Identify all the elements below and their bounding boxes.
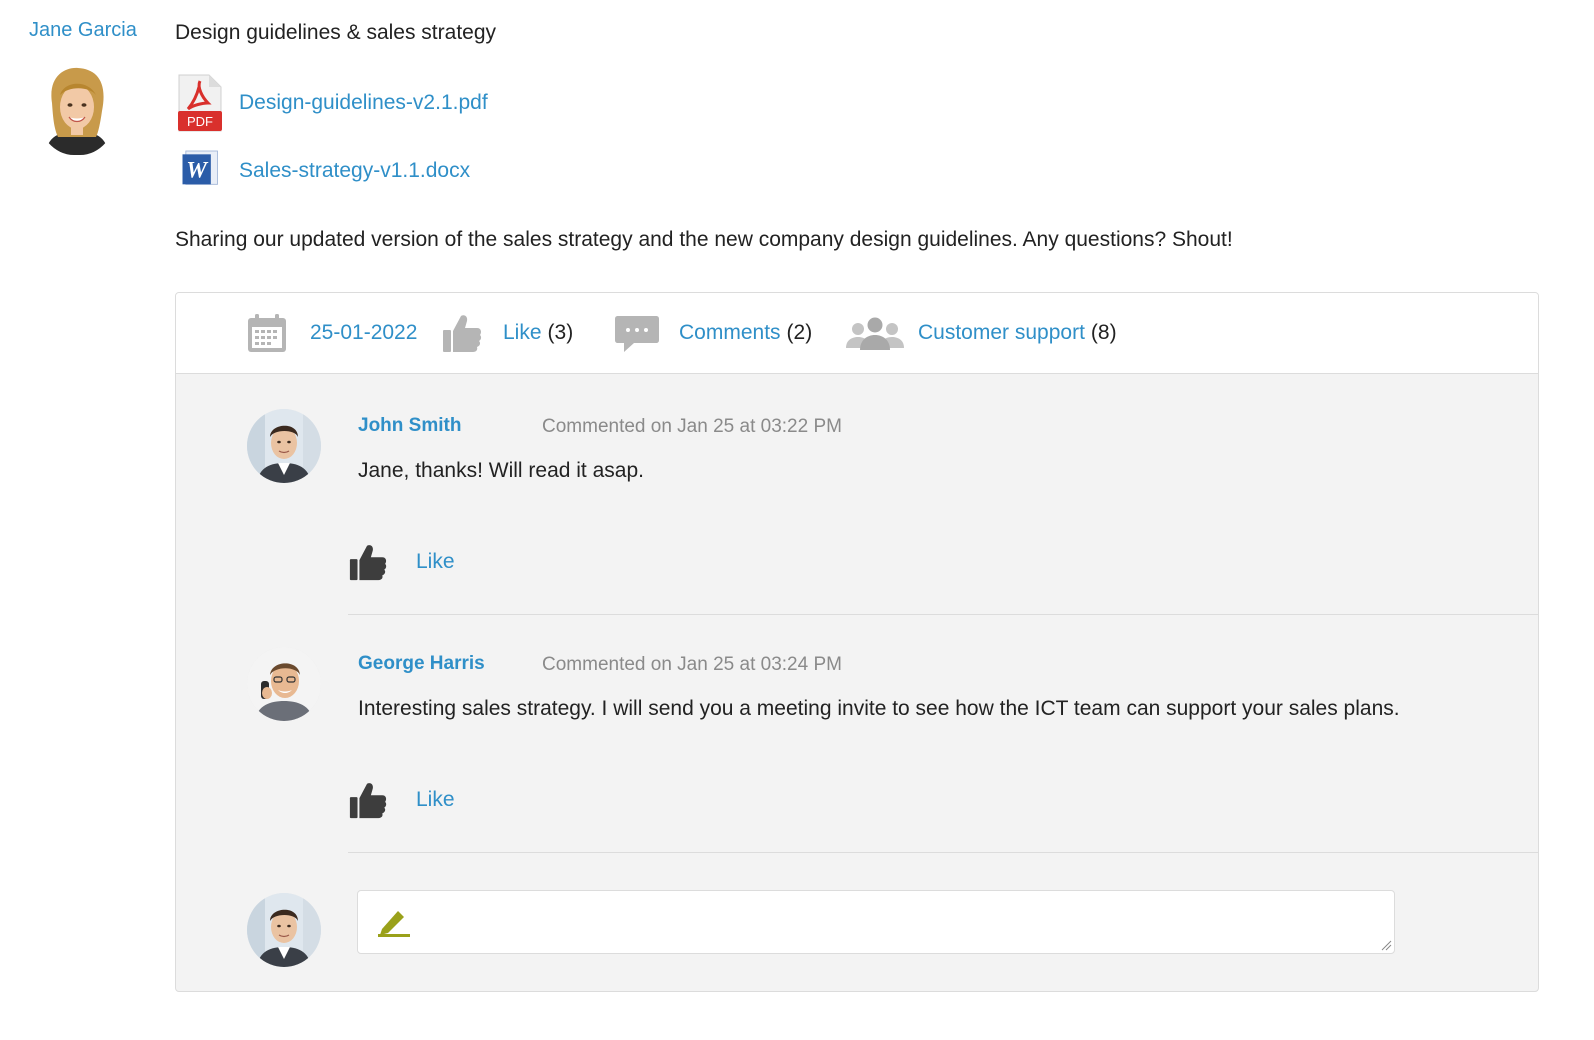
post-author-name[interactable]: Jane Garcia [29, 19, 137, 42]
comment-text: Jane, thanks! Will read it asap. [358, 459, 644, 482]
comment-like[interactable]: Like [348, 779, 455, 821]
avatar-photo-john [247, 409, 321, 483]
post-like-link[interactable]: Like [503, 321, 542, 345]
comment-timestamp: Commented on Jan 25 at 03:24 PM [542, 654, 842, 675]
post-author-avatar[interactable] [38, 65, 116, 155]
thumbs-up-icon [349, 545, 387, 581]
comment-avatar[interactable] [247, 647, 321, 721]
post-activity-panel: 25-01-2022 Like (3) Comments (2) Custome… [175, 292, 1539, 992]
calendar-icon [248, 314, 286, 352]
avatar-photo-jane [38, 65, 116, 155]
comment-timestamp: Commented on Jan 25 at 03:22 PM [542, 416, 842, 437]
avatar-photo-george [247, 647, 321, 721]
comment-like[interactable]: Like [348, 541, 455, 583]
post-like[interactable]: Like (3) [441, 309, 573, 357]
avatar-photo-current-user [247, 893, 321, 967]
post-group-count: (8) [1090, 321, 1117, 344]
attachment-pdf-link[interactable]: Design-guidelines-v2.1.pdf [239, 91, 488, 115]
post-group[interactable]: Customer support (8) [844, 309, 1117, 357]
comment-like-link[interactable]: Like [416, 788, 455, 812]
word-icon: W [182, 150, 218, 185]
attachment-docx-link[interactable]: Sales-strategy-v1.1.docx [239, 159, 470, 183]
comment-like-link[interactable]: Like [416, 550, 455, 574]
post-comments-count: (2) [786, 321, 813, 344]
comment-divider [348, 614, 1538, 615]
thumbs-up-icon [349, 783, 387, 819]
comment-bubble-icon [615, 316, 659, 352]
comment-author[interactable]: John Smith [358, 415, 461, 437]
svg-text:W: W [186, 158, 209, 184]
svg-text:PDF: PDF [187, 114, 213, 129]
post-title: Design guidelines & sales strategy [175, 21, 497, 44]
post-body: Sharing our updated version of the sales… [175, 228, 1233, 251]
reply-input[interactable] [357, 890, 1395, 954]
post-date-link[interactable]: 25-01-2022 [310, 321, 417, 345]
current-user-avatar [247, 893, 321, 967]
comment-divider [348, 852, 1538, 853]
post-comments[interactable]: Comments (2) [614, 309, 812, 357]
post-meta-bar: 25-01-2022 Like (3) Comments (2) Custome… [176, 293, 1538, 374]
comment-avatar[interactable] [247, 409, 321, 483]
pdf-icon: PDF [178, 74, 222, 132]
pencil-icon [378, 911, 410, 937]
comment-text: Interesting sales strategy. I will send … [358, 697, 1400, 720]
group-icon [846, 317, 904, 350]
comment-author[interactable]: George Harris [358, 653, 485, 675]
post-group-link[interactable]: Customer support [918, 321, 1085, 345]
post-like-count: (3) [547, 321, 574, 344]
attachment-docx[interactable]: W Sales-strategy-v1.1.docx [175, 146, 470, 196]
attachment-pdf[interactable]: PDF Design-guidelines-v2.1.pdf [175, 73, 488, 133]
thumbs-up-icon [443, 315, 482, 352]
post-date[interactable]: 25-01-2022 [246, 309, 417, 357]
resize-handle-icon[interactable] [1380, 939, 1392, 951]
post-comments-link[interactable]: Comments [679, 321, 781, 345]
